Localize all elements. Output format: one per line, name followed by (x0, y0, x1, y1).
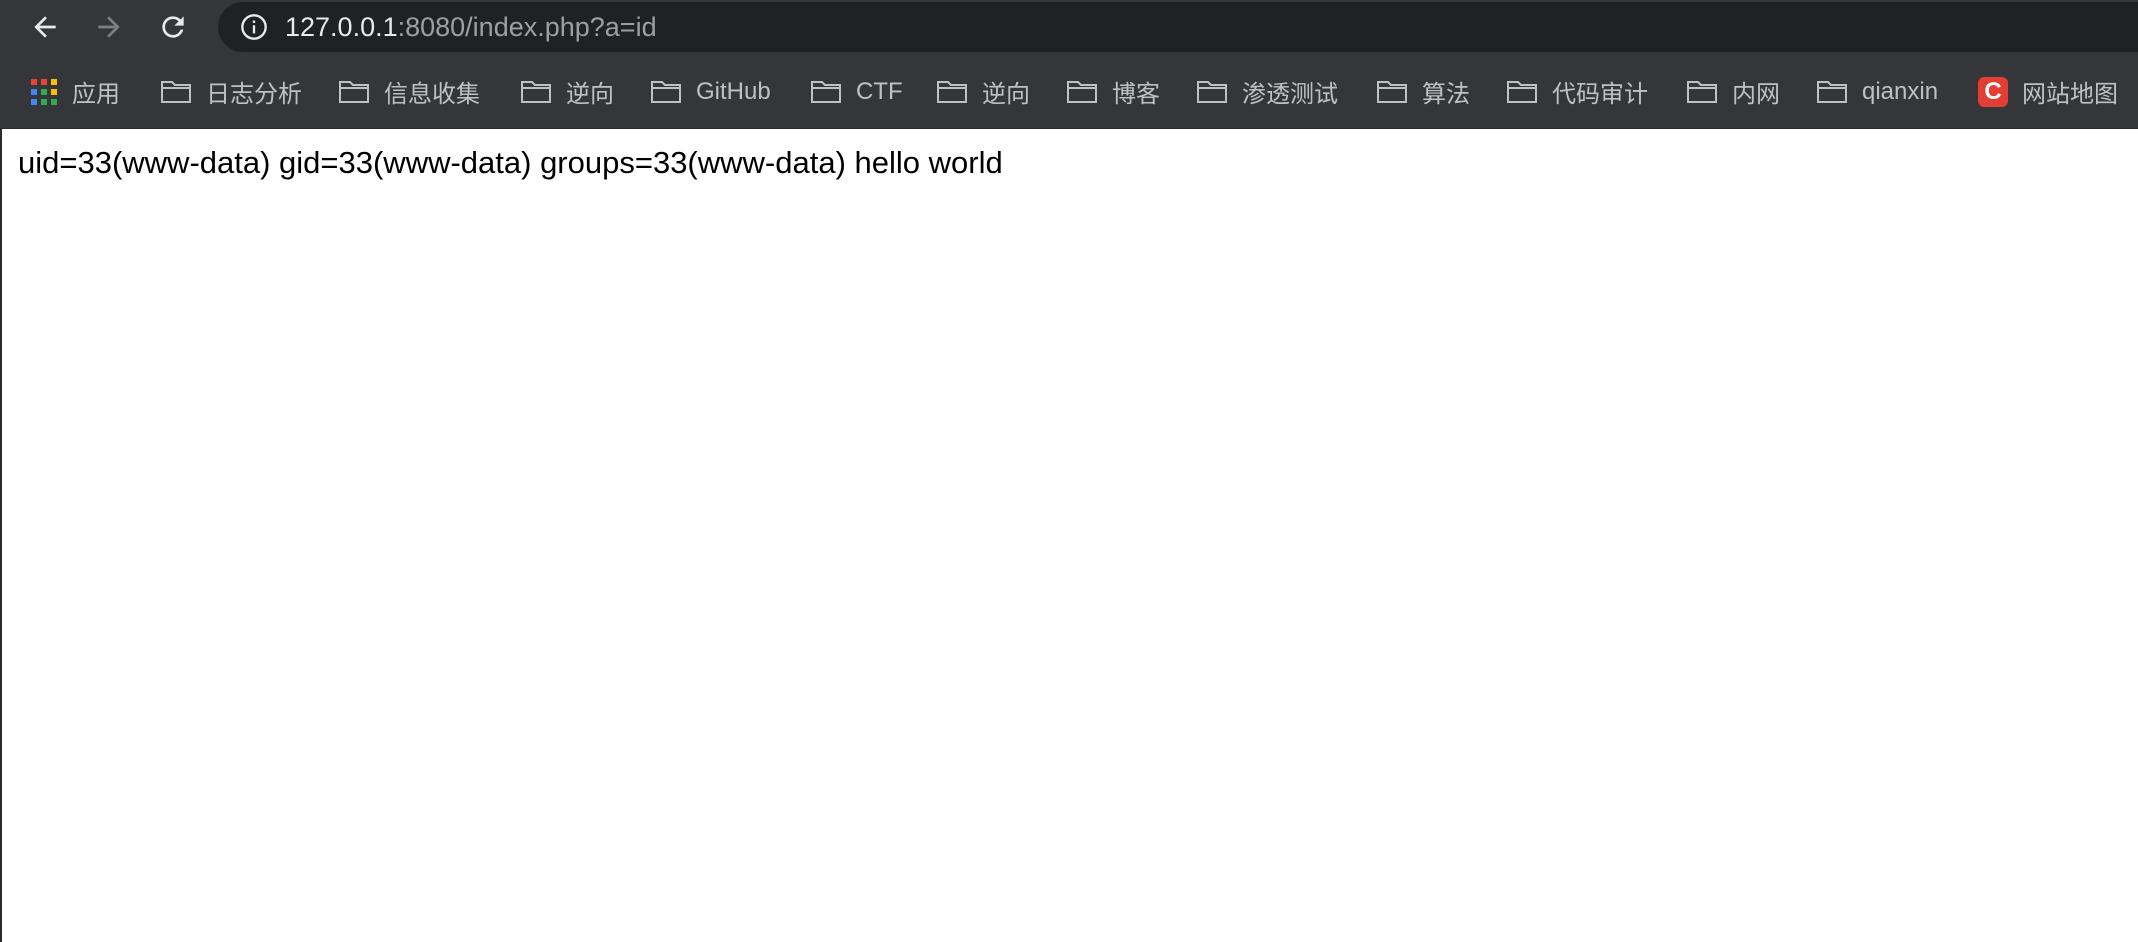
folder-icon (1507, 80, 1537, 103)
folder-icon (651, 80, 681, 103)
bookmark-label: 应用 (72, 81, 120, 108)
bookmark-label: 网站地图 (2022, 81, 2118, 108)
bookmark-folder-qianxin[interactable]: qianxin (1816, 54, 1938, 129)
bookmark-folder-pentest[interactable]: 渗透测试 (1196, 54, 1338, 129)
apps-grid-icon (31, 78, 57, 105)
back-button[interactable] (25, 7, 65, 47)
info-icon[interactable] (240, 13, 268, 41)
forward-button[interactable] (89, 7, 129, 47)
folder-icon (1377, 80, 1407, 103)
bookmark-label: qianxin (1862, 77, 1939, 105)
bookmark-folder-reverse-2[interactable]: 逆向 (936, 54, 1030, 129)
bookmark-label: 博客 (1112, 81, 1160, 108)
bookmark-folder-info-gathering[interactable]: 信息收集 (338, 54, 480, 129)
url-text[interactable]: 127.0.0.1:8080/index.php?a=id (285, 2, 657, 52)
bookmark-folder-github[interactable]: GitHub (650, 54, 771, 129)
folder-icon (811, 80, 841, 103)
bookmark-apps[interactable]: 应用 (30, 54, 120, 129)
arrow-left-icon (34, 16, 56, 38)
folder-icon (521, 80, 551, 103)
bookmark-folder-reverse[interactable]: 逆向 (520, 54, 614, 129)
folder-icon (1067, 80, 1097, 103)
folder-icon (1197, 80, 1227, 103)
bookmark-folder-blog[interactable]: 博客 (1066, 54, 1160, 129)
bookmarks-bar: 应用 日志分析 信息收集 逆向 GitHub CTF 逆向 博客 渗透测试 算法 (0, 54, 2138, 129)
bookmark-label: CTF (856, 77, 903, 105)
bookmark-folder-intranet[interactable]: 内网 (1686, 54, 1780, 129)
bookmark-label: 日志分析 (206, 81, 302, 108)
bookmark-label: 代码审计 (1552, 81, 1648, 108)
bookmark-label: 内网 (1732, 81, 1780, 108)
command-output-text: uid=33(www-data) gid=33(www-data) groups… (18, 145, 1003, 180)
reload-button[interactable] (153, 7, 193, 47)
browser-toolbar: 127.0.0.1:8080/index.php?a=id (0, 0, 2138, 54)
arrow-right-icon (98, 16, 120, 38)
bookmark-folder-code-audit[interactable]: 代码审计 (1506, 54, 1648, 129)
reload-icon (162, 16, 184, 38)
bookmark-folder-log-analysis[interactable]: 日志分析 (160, 54, 302, 129)
bookmark-label: 逆向 (982, 81, 1030, 108)
bookmark-folder-algorithm[interactable]: 算法 (1376, 54, 1470, 129)
folder-icon (937, 80, 967, 103)
url-host: 127.0.0.1 (285, 12, 398, 42)
page-content: uid=33(www-data) gid=33(www-data) groups… (0, 129, 2138, 942)
folder-icon (1687, 80, 1717, 103)
bookmark-sitemap[interactable]: C 网站地图 (1978, 54, 2118, 129)
bookmark-label: 逆向 (566, 81, 614, 108)
bookmark-folder-ctf[interactable]: CTF (810, 54, 903, 129)
folder-icon (1817, 80, 1847, 103)
bookmark-label: GitHub (696, 77, 771, 105)
bookmark-label: 信息收集 (384, 81, 480, 108)
csdn-logo-icon: C (1978, 76, 2008, 107)
bookmark-label: 算法 (1422, 81, 1470, 108)
folder-icon (161, 80, 191, 103)
bookmark-label: 渗透测试 (1242, 81, 1338, 108)
folder-icon (339, 80, 369, 103)
address-bar[interactable]: 127.0.0.1:8080/index.php?a=id (218, 2, 2138, 52)
url-path: :8080/index.php?a=id (397, 12, 657, 42)
